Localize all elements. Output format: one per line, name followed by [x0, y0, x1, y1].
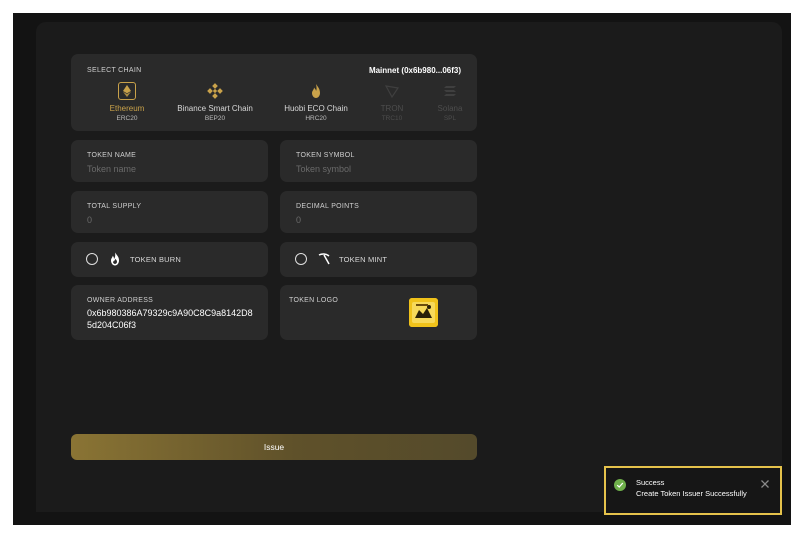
success-toast: Success Create Token Issuer Successfully [604, 466, 782, 515]
total-supply-label: TOTAL SUPPLY [87, 203, 142, 210]
chain-option-solana[interactable]: Solana SPL [405, 82, 495, 123]
token-symbol-label: TOKEN SYMBOL [296, 152, 355, 159]
flame-icon [109, 252, 121, 266]
wallet-address-short: (0x6b980...06f3) [401, 66, 461, 75]
owner-address-field[interactable]: OWNER ADDRESS 0x6b980386A79329c9A90C8C9a… [71, 285, 268, 340]
token-symbol-field[interactable]: TOKEN SYMBOL Token symbol [280, 140, 477, 182]
network-name: Mainnet [368, 66, 400, 75]
toast-title: Success [636, 478, 665, 487]
owner-address-label: OWNER ADDRESS [87, 297, 154, 304]
pickaxe-icon [318, 252, 330, 266]
chain-standard: SPL [443, 115, 457, 122]
token-name-input[interactable]: Token name [87, 164, 136, 174]
chain-option-binance[interactable]: Binance Smart Chain BEP20 [170, 82, 260, 123]
token-name-label: TOKEN NAME [87, 152, 137, 159]
chain-standard: BEP20 [204, 115, 226, 122]
select-chain-label: SELECT CHAIN [87, 67, 142, 74]
token-burn-radio[interactable] [86, 253, 98, 265]
huobi-flame-icon [307, 82, 325, 100]
close-icon[interactable] [760, 476, 770, 488]
chain-selector-card: SELECT CHAIN Mainnet (0x6b980...06f3) Et… [71, 54, 477, 131]
solana-icon [441, 82, 459, 100]
total-supply-field[interactable]: TOTAL SUPPLY 0 [71, 191, 268, 233]
total-supply-input[interactable]: 0 [87, 215, 92, 225]
chain-name: Ethereum [109, 104, 145, 113]
issue-button[interactable]: Issue [71, 434, 477, 460]
ethereum-icon [118, 82, 136, 100]
token-mint-option[interactable]: TOKEN MINT [280, 242, 477, 277]
token-logo-label: TOKEN LOGO [289, 297, 339, 304]
check-circle-icon [614, 479, 626, 491]
tron-icon [383, 82, 401, 100]
toast-message: Create Token Issuer Successfully [636, 489, 747, 498]
chain-name: Solana [437, 104, 463, 113]
token-mint-radio[interactable] [295, 253, 307, 265]
decimal-points-input[interactable]: 0 [296, 215, 301, 225]
token-name-field[interactable]: TOKEN NAME Token name [71, 140, 268, 182]
chain-option-ethereum[interactable]: Ethereum ERC20 [82, 82, 172, 123]
token-burn-label: TOKEN BURN [130, 255, 182, 264]
decimal-points-field[interactable]: DECIMAL POINTS 0 [280, 191, 477, 233]
binance-icon [206, 82, 224, 100]
network-indicator[interactable]: Mainnet (0x6b980...06f3) [369, 66, 461, 75]
token-symbol-input[interactable]: Token symbol [296, 164, 351, 174]
chain-standard: ERC20 [116, 115, 138, 122]
decimal-points-label: DECIMAL POINTS [296, 203, 360, 210]
token-mint-label: TOKEN MINT [339, 255, 388, 264]
token-burn-option[interactable]: TOKEN BURN [71, 242, 268, 277]
token-logo-field[interactable]: TOKEN LOGO [280, 285, 477, 340]
chain-name: Binance Smart Chain [177, 104, 253, 113]
owner-address-value[interactable]: 0x6b980386A79329c9A90C8C9a8142D85d204C06… [87, 307, 257, 331]
token-logo-image[interactable] [409, 298, 438, 327]
